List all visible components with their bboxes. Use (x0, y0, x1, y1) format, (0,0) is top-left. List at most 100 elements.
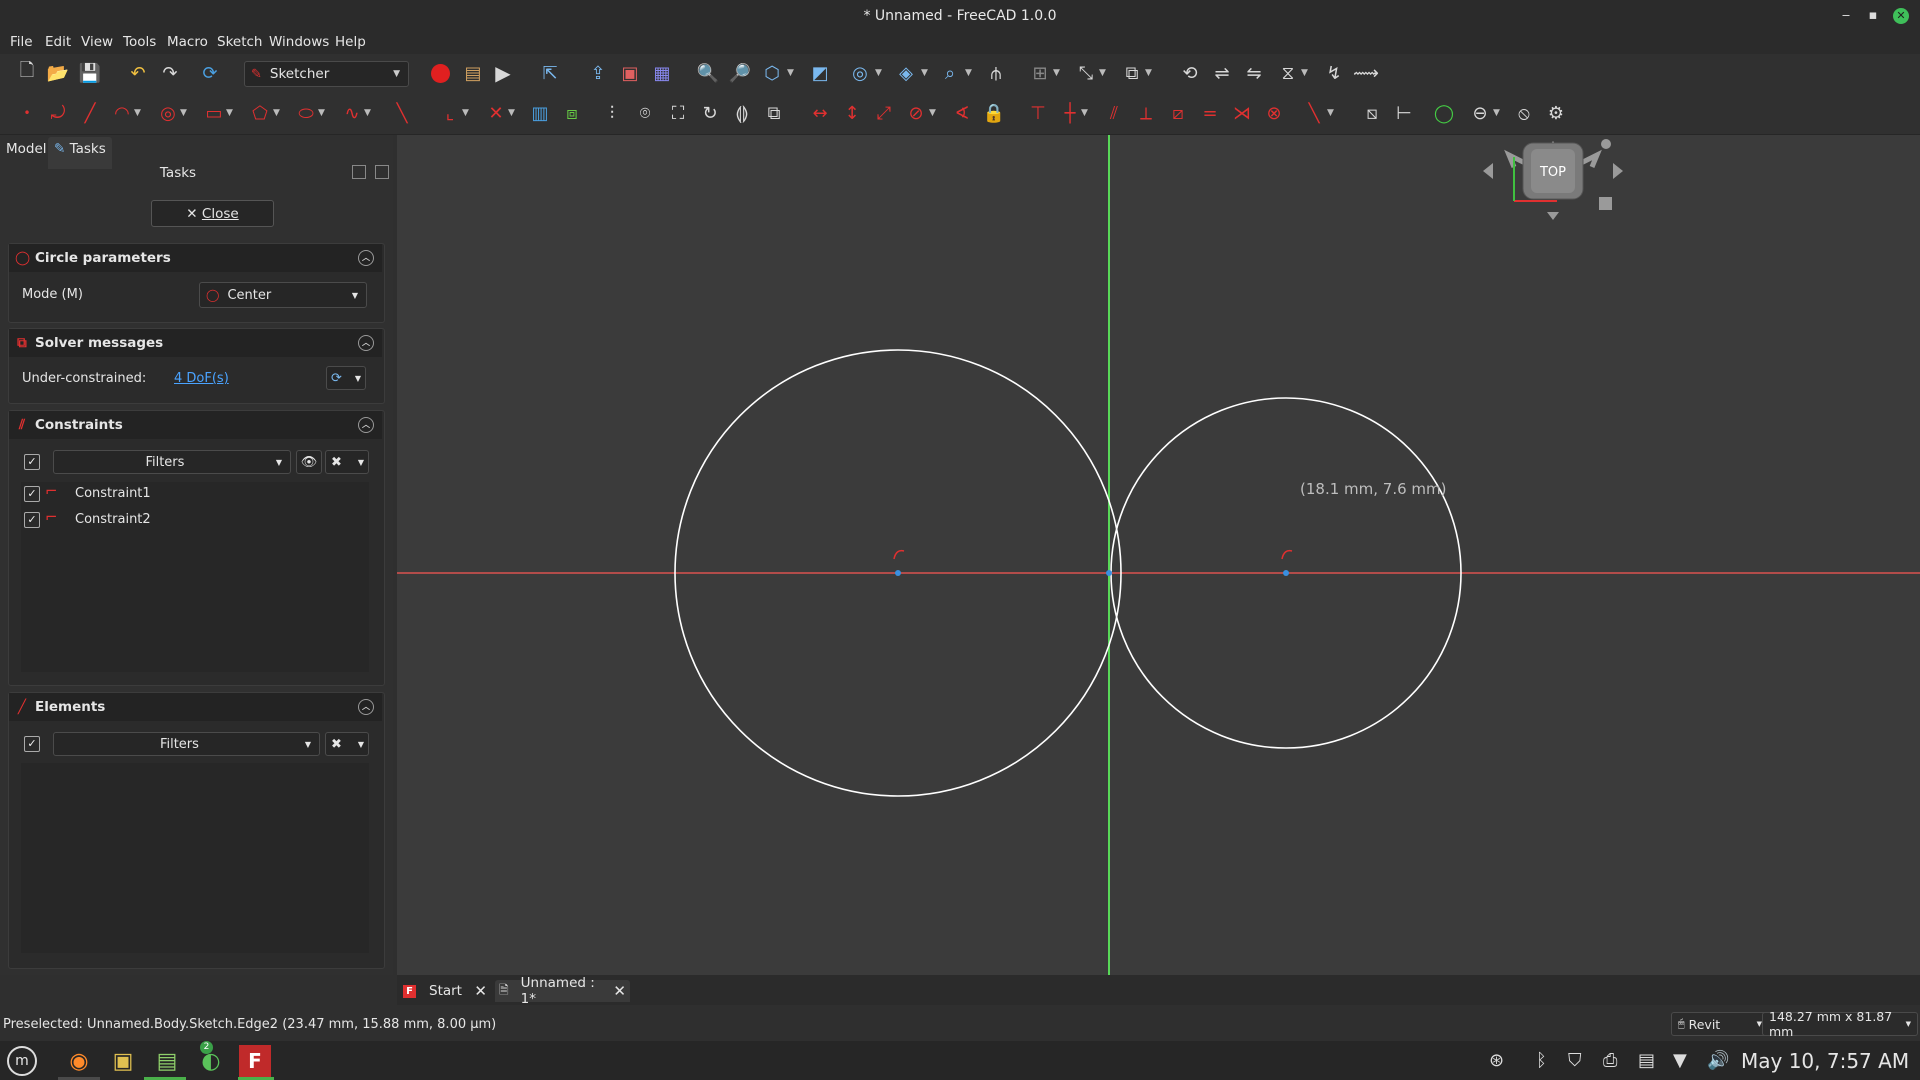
close-task-button[interactable]: ✕ Close (151, 200, 274, 227)
elements-settings-button[interactable]: ✖ ▼ (325, 732, 369, 756)
circle2-center-point[interactable] (1283, 570, 1289, 576)
clipboard-icon[interactable]: ▤ (1638, 1050, 1655, 1071)
external-geometry-icon[interactable]: ╲ (389, 100, 415, 126)
dimension-display[interactable]: 148.27 mm x 81.87 mm ▼ (1762, 1009, 1918, 1039)
vertical-distance-icon[interactable]: ↕ (839, 100, 865, 126)
freecad-taskbar-icon[interactable]: F (239, 1045, 271, 1077)
close-icon[interactable]: ✕ (474, 982, 487, 1000)
constraints-all-checkbox[interactable]: ✓ (24, 454, 40, 470)
collapse-icon[interactable]: ︿ (358, 417, 374, 433)
measure-icon[interactable]: ⌕ (937, 60, 963, 86)
refresh-icon[interactable]: ⟳ (197, 60, 223, 86)
draw-style-icon[interactable]: ◎ (847, 60, 873, 86)
3d-viewport[interactable]: (18.1 mm, 7.6 mm) TOP (397, 135, 1920, 975)
rectangle-icon[interactable]: ▭ (201, 100, 227, 126)
lock-icon[interactable]: 🔒 (981, 100, 1007, 126)
clock[interactable]: May 10, 7:57 AM (1741, 1049, 1909, 1073)
show-constraints-button[interactable]: 👁 (296, 450, 322, 474)
arc-icon[interactable]: ◠ (109, 100, 135, 126)
fit-selection-icon[interactable]: 🔎 (727, 60, 753, 86)
circle1-center-point[interactable] (895, 570, 901, 576)
navigation-style-select[interactable]: 🖱 Revit ▼ (1671, 1012, 1769, 1036)
chevron-down-icon[interactable]: ▼ (508, 108, 515, 118)
file-manager-icon[interactable]: ▤ (151, 1045, 183, 1077)
chevron-down-icon[interactable]: ▼ (318, 108, 325, 118)
circle-icon[interactable]: ◎ (155, 100, 181, 126)
chevron-down-icon[interactable]: ▼ (929, 108, 936, 118)
polygon-icon[interactable]: ⬠ (247, 100, 273, 126)
coincident-icon[interactable]: ⊤ (1025, 100, 1051, 126)
chevron-down-icon[interactable]: ▼ (1053, 68, 1060, 78)
scale-icon[interactable]: ⛶ (665, 100, 691, 126)
open-icon[interactable]: 📂 (45, 60, 71, 86)
dof-link[interactable]: 4 DoF(s) (174, 371, 229, 386)
nav-right-icon[interactable] (1613, 163, 1623, 179)
trim-icon[interactable]: ✕ (483, 100, 509, 126)
shield-icon[interactable]: ⛉ (1568, 1050, 1582, 1071)
chevron-down-icon[interactable]: ▼ (965, 68, 972, 78)
symmetric-icon[interactable]: ⋊ (1229, 100, 1255, 126)
macros-icon[interactable]: ▤ (460, 60, 486, 86)
constraints-filter-select[interactable]: Filters ▼ (53, 450, 291, 474)
mode-select[interactable]: ◯ Center ▼ (199, 282, 367, 308)
constraints-settings-button[interactable]: ✖ ▼ (325, 450, 369, 474)
menu-help[interactable]: Help (335, 34, 366, 50)
bounding-box-icon[interactable]: ◈ (893, 60, 919, 86)
collapse-icon[interactable]: ︿ (358, 699, 374, 715)
chevron-down-icon[interactable]: ▼ (921, 68, 928, 78)
collapse-icon[interactable]: ︿ (358, 335, 374, 351)
chevron-down-icon[interactable]: ▼ (1081, 108, 1088, 118)
chevron-down-icon[interactable]: ▼ (1099, 68, 1106, 78)
solver-messages-header[interactable]: ⧉ Solver messages ︿ (9, 329, 382, 357)
view-front-icon[interactable]: ◩ (807, 60, 833, 86)
update-solver-button[interactable]: ⟳ ▼ (326, 366, 366, 390)
origin-point[interactable] (1106, 570, 1112, 576)
fillet-icon[interactable]: ⌞ (437, 100, 463, 126)
chevron-down-icon[interactable]: ▼ (462, 108, 469, 118)
navigation-cube[interactable]: TOP (1483, 139, 1623, 220)
undo-icon[interactable]: ↶ (125, 60, 151, 86)
validate-sketch-icon[interactable]: ⟲ (1177, 60, 1203, 86)
maximize-button[interactable]: ▪ (1865, 8, 1881, 24)
link-icon[interactable]: ⫛ (983, 60, 1009, 86)
chevron-down-icon[interactable]: ▼ (1493, 108, 1500, 118)
symmetry-icon[interactable]: ⫶ (599, 100, 625, 126)
elements-all-checkbox[interactable]: ✓ (24, 736, 40, 752)
minimize-button[interactable]: ‒ (1838, 8, 1854, 24)
parallel-icon[interactable]: ⫽ (1101, 100, 1127, 126)
menu-tools[interactable]: Tools (123, 34, 156, 50)
undock-panel-icon[interactable] (375, 165, 389, 179)
toggle-driving-icon[interactable]: ╲ (1301, 100, 1327, 126)
bluetooth-icon[interactable]: ᛒ (1536, 1050, 1547, 1071)
constraint2-checkbox[interactable]: ✓ (24, 512, 40, 528)
music-player-icon[interactable]: ▣ (107, 1045, 139, 1077)
menu-windows[interactable]: Windows (269, 34, 329, 50)
chevron-down-icon[interactable]: ▼ (1327, 108, 1334, 118)
view-sketch-icon[interactable]: ⦸ (1511, 100, 1537, 126)
horizontal-vertical-icon[interactable]: ┼ (1057, 100, 1083, 126)
steam-icon[interactable]: ⊛ (1489, 1050, 1504, 1071)
constraint1-checkbox[interactable]: ✓ (24, 486, 40, 502)
chevron-down-icon[interactable]: ▼ (1145, 68, 1152, 78)
tab-unnamed[interactable]: 🗎 Unnamed : 1* ✕ (495, 975, 630, 1007)
slot-icon[interactable]: ⬭ (293, 100, 319, 126)
collapse-icon[interactable]: ︿ (358, 250, 374, 266)
chevron-down-icon[interactable]: ▼ (226, 108, 233, 118)
list-item[interactable]: Constraint1 (75, 486, 151, 501)
rotate-icon[interactable]: ↻ (697, 100, 723, 126)
grid-icon[interactable]: ⊞ (1027, 60, 1053, 86)
menu-file[interactable]: File (10, 34, 33, 50)
firefox-icon[interactable]: ◉ (63, 1045, 95, 1077)
nav-cube-icon[interactable] (1599, 197, 1612, 210)
chevron-down-icon[interactable]: ▼ (180, 108, 187, 118)
tab-start[interactable]: F Start ✕ (403, 980, 487, 1002)
line-icon[interactable]: ╱ (77, 100, 103, 126)
conic-icon[interactable]: ◯ (1431, 100, 1457, 126)
wifi-icon[interactable]: ▼ (1673, 1050, 1687, 1071)
section-view-icon[interactable]: ⧖ (1275, 60, 1301, 86)
offset-icon[interactable]: ⌾ (632, 100, 658, 126)
elements-header[interactable]: ╱ Elements ︿ (9, 693, 382, 721)
menu-sketch[interactable]: Sketch (217, 34, 262, 50)
show-hide-geometry-icon[interactable]: ⇋ (1241, 60, 1267, 86)
menu-view[interactable]: View (81, 34, 113, 50)
